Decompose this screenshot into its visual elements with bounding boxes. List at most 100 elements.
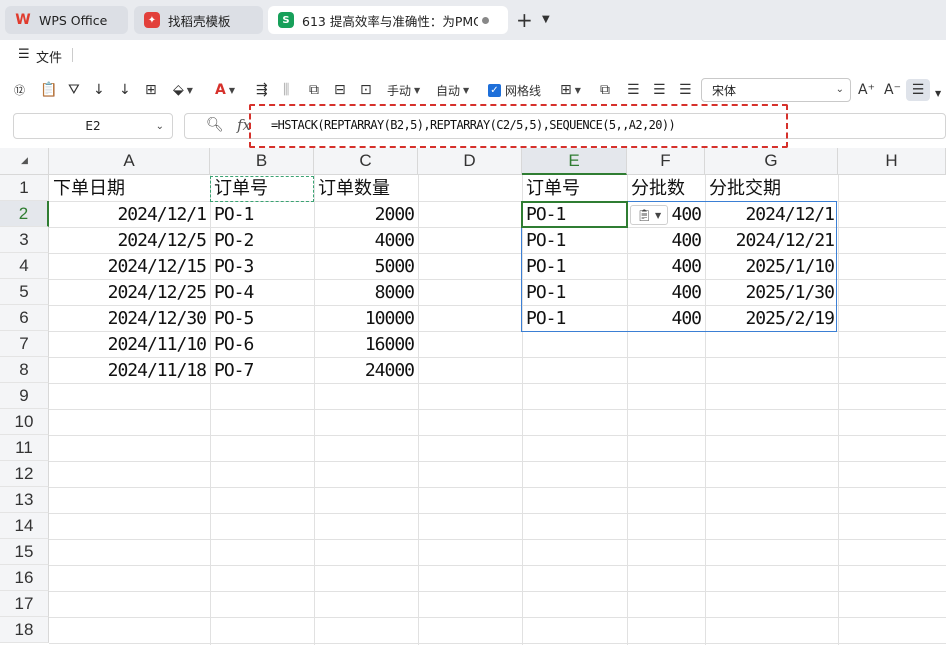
table-cell-order[interactable]: PO-4 bbox=[210, 280, 314, 306]
unsaved-dot-icon[interactable] bbox=[482, 16, 489, 24]
freeze-icon[interactable]: ⫼ bbox=[283, 81, 289, 99]
fill-color-icon[interactable]: ⬙ ▼ bbox=[173, 81, 193, 99]
table-cell-date[interactable]: 2024/12/15 bbox=[49, 254, 210, 280]
table-cell-order[interactable]: PO-3 bbox=[210, 254, 314, 280]
table-cell-qty[interactable]: 24000 bbox=[314, 358, 418, 384]
select-all-corner[interactable]: ◢ bbox=[0, 148, 49, 175]
row-header[interactable]: 16 bbox=[0, 565, 49, 591]
cell-e1[interactable]: 订单号 bbox=[522, 176, 627, 202]
align-right-icon[interactable]: ☰ bbox=[679, 81, 692, 99]
grid-line bbox=[49, 409, 946, 410]
row-col-icon[interactable]: ⧉ bbox=[309, 81, 319, 99]
col-header-g[interactable]: G bbox=[705, 148, 838, 175]
name-box[interactable]: E2 ⌄ bbox=[13, 113, 173, 139]
table-cell-qty[interactable]: 10000 bbox=[314, 306, 418, 332]
format-cells-icon[interactable]: ⧉ bbox=[600, 81, 610, 99]
merge-icon[interactable]: ⊡ bbox=[360, 81, 372, 99]
hamburger-menu-icon[interactable]: ☰ bbox=[18, 47, 30, 62]
cell-c1[interactable]: 订单数量 bbox=[314, 176, 418, 202]
chevron-down-icon[interactable]: ⌄ bbox=[836, 84, 844, 95]
decrease-font-icon[interactable]: A⁻ bbox=[884, 81, 901, 99]
table-cell-qty[interactable]: 4000 bbox=[314, 228, 418, 254]
col-header-d[interactable]: D bbox=[418, 148, 522, 175]
table-cell-date[interactable]: 2024/12/5 bbox=[49, 228, 210, 254]
row-header[interactable]: 2 bbox=[0, 201, 49, 227]
table-cell-qty[interactable]: 16000 bbox=[314, 332, 418, 358]
borders-icon[interactable]: ⊞ bbox=[145, 81, 157, 99]
row-header[interactable]: 5 bbox=[0, 279, 49, 305]
zoom-icon[interactable]: 🔍︎ bbox=[206, 117, 224, 133]
row-header[interactable]: 18 bbox=[0, 617, 49, 643]
table-cell-order[interactable]: PO-6 bbox=[210, 332, 314, 358]
auto-calc-dropdown[interactable]: 自动 ▼ bbox=[436, 81, 469, 99]
table-cell-date[interactable]: 2024/12/25 bbox=[49, 280, 210, 306]
cell-a1[interactable]: 下单日期 bbox=[49, 176, 210, 202]
row-header[interactable]: 15 bbox=[0, 539, 49, 565]
row-header[interactable]: 12 bbox=[0, 461, 49, 487]
row-header[interactable]: 11 bbox=[0, 435, 49, 461]
row-header[interactable]: 13 bbox=[0, 487, 49, 513]
paste-options-button[interactable]: 📋︎ ▼ bbox=[630, 205, 668, 225]
spreadsheet-grid[interactable]: ◢ A B C D E F G H 1 2 3 4 5 6 7 8 9 10 1… bbox=[0, 148, 946, 645]
file-menu[interactable]: 文件 bbox=[36, 47, 62, 66]
table-cell-qty[interactable]: 2000 bbox=[314, 202, 418, 228]
paste-format-icon[interactable]: 📋 bbox=[40, 81, 57, 99]
align-center-icon[interactable]: ☰ bbox=[653, 81, 666, 99]
table-cell-qty[interactable]: 8000 bbox=[314, 280, 418, 306]
table-cell-date[interactable]: 2024/11/10 bbox=[49, 332, 210, 358]
wrap-text-icon[interactable]: ⇶ bbox=[256, 81, 268, 99]
filter-icon[interactable]: ⛛ bbox=[68, 81, 80, 99]
cell-style-icon[interactable]: ⊞ ▼ bbox=[560, 81, 581, 99]
row-header[interactable]: 17 bbox=[0, 591, 49, 617]
number-format-icon[interactable]: ⑫ bbox=[14, 81, 25, 99]
manual-calc-dropdown[interactable]: 手动 ▼ bbox=[387, 81, 420, 99]
col-header-h[interactable]: H bbox=[838, 148, 946, 175]
row-header[interactable]: 7 bbox=[0, 331, 49, 357]
font-name-select[interactable]: 宋体 ⌄ bbox=[701, 78, 851, 102]
col-header-f[interactable]: F bbox=[627, 148, 705, 175]
tab-wps-office[interactable]: W WPS Office bbox=[5, 6, 128, 34]
tab-active-workbook[interactable]: S 613 提高效率与准确性：为PMC设 bbox=[268, 6, 508, 34]
col-header-a[interactable]: A bbox=[49, 148, 210, 175]
gridlines-toggle[interactable]: ✓ 网格线 bbox=[488, 81, 541, 99]
table-cell-date[interactable]: 2024/11/18 bbox=[49, 358, 210, 384]
chevron-down-icon[interactable]: ⌄ bbox=[156, 121, 164, 132]
chevron-down-icon[interactable]: ▼ bbox=[542, 14, 550, 25]
align-left-icon[interactable]: ☰ bbox=[627, 81, 640, 99]
chevron-down-icon[interactable]: ▼ bbox=[935, 84, 941, 102]
auto-calc-label: 自动 bbox=[436, 83, 461, 98]
sort-descending-icon[interactable]: ↓ bbox=[119, 81, 131, 99]
row-header[interactable]: 4 bbox=[0, 253, 49, 279]
col-header-e[interactable]: E bbox=[522, 148, 627, 175]
row-header[interactable]: 14 bbox=[0, 513, 49, 539]
tab-docer-templates[interactable]: ✦ 找稻壳模板 bbox=[134, 6, 263, 34]
table-cell-order[interactable]: PO-2 bbox=[210, 228, 314, 254]
table-cell-order[interactable]: PO-5 bbox=[210, 306, 314, 332]
checkbox-checked-icon[interactable]: ✓ bbox=[488, 83, 501, 97]
align-top-icon[interactable]: ☰ bbox=[906, 79, 930, 101]
increase-font-icon[interactable]: A⁺ bbox=[858, 81, 875, 99]
row-header[interactable]: 8 bbox=[0, 357, 49, 383]
cell-g1[interactable]: 分批交期 bbox=[705, 176, 838, 202]
cell-f1[interactable]: 分批数 bbox=[627, 176, 705, 202]
table-cell-date[interactable]: 2024/12/1 bbox=[49, 202, 210, 228]
col-header-b[interactable]: B bbox=[210, 148, 314, 175]
row-header[interactable]: 6 bbox=[0, 305, 49, 331]
triangle-icon: ◢ bbox=[21, 156, 28, 166]
grid-line bbox=[49, 513, 946, 514]
row-header[interactable]: 10 bbox=[0, 409, 49, 435]
table-cell-order[interactable]: PO-7 bbox=[210, 358, 314, 384]
tab-label: WPS Office bbox=[39, 12, 108, 28]
row-header[interactable]: 9 bbox=[0, 383, 49, 409]
row-header[interactable]: 3 bbox=[0, 227, 49, 253]
highlight-annotation bbox=[249, 104, 788, 148]
font-color-icon[interactable]: A ▼ bbox=[215, 81, 235, 99]
sort-ascending-icon[interactable]: ↓ bbox=[93, 81, 105, 99]
table-cell-qty[interactable]: 5000 bbox=[314, 254, 418, 280]
table-cell-order[interactable]: PO-1 bbox=[210, 202, 314, 228]
col-header-c[interactable]: C bbox=[314, 148, 418, 175]
new-tab-plus-icon[interactable]: + bbox=[516, 8, 533, 32]
table-cell-date[interactable]: 2024/12/30 bbox=[49, 306, 210, 332]
row-header[interactable]: 1 bbox=[0, 175, 49, 201]
table-style-icon[interactable]: ⊟ bbox=[334, 81, 346, 99]
